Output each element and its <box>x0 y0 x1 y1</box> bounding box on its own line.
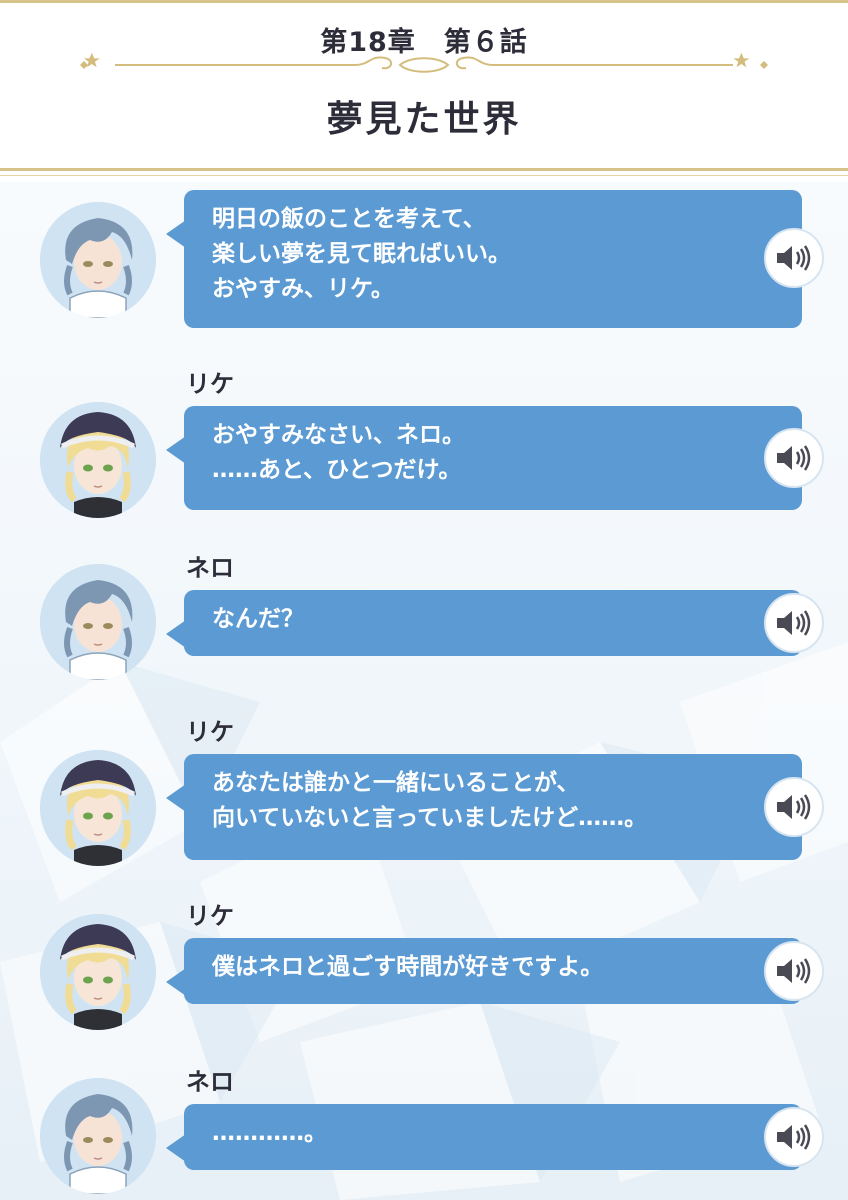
speech-bubble: …………。 <box>166 1104 824 1170</box>
speaker-name: ネロ <box>186 554 234 582</box>
message-text: 楽しい夢を見て眠ればいい。 <box>212 241 511 267</box>
message-text: ……あと、ひとつだけ。 <box>212 457 462 483</box>
message-text: 僕はネロと過ごす時間が好きですよ。 <box>212 954 604 980</box>
header-bottom-border <box>0 168 848 171</box>
avatar-nero <box>40 202 156 318</box>
voice-play-button[interactable] <box>764 228 824 288</box>
speaker-name: リケ <box>186 718 234 746</box>
message-text: 明日の飯のことを考えて、 <box>212 206 486 232</box>
speaker-name: リケ <box>186 370 234 398</box>
message-text: なんだ？ <box>212 606 304 632</box>
speech-bubble: 僕はネロと過ごす時間が好きですよ。 <box>166 938 824 1004</box>
header-bottom-border-thin <box>0 175 848 176</box>
voice-play-button[interactable] <box>764 941 824 1001</box>
message-text: あなたは誰かと一緒にいることが、 <box>212 770 580 796</box>
speaker-name: リケ <box>186 902 234 930</box>
ornament-divider <box>80 52 768 73</box>
message-text: おやすみなさい、ネロ。 <box>212 422 465 448</box>
voice-play-button[interactable] <box>764 777 824 837</box>
voice-play-button[interactable] <box>764 593 824 653</box>
background-pattern <box>0 642 848 1200</box>
avatar-nero <box>40 1078 156 1194</box>
avatar-nero <box>40 564 156 680</box>
avatar-rike <box>40 402 156 518</box>
message-text: おやすみ、リケ。 <box>212 276 394 302</box>
speaker-icon <box>777 1124 811 1150</box>
voice-play-button[interactable] <box>764 428 824 488</box>
chapter-header: 第18章 第６話 夢見た世界 <box>0 0 848 182</box>
avatar-rike <box>40 914 156 1030</box>
speaker-icon <box>777 610 811 636</box>
speech-bubble: あなたは誰かと一緒にいることが、 向いていないと言っていましたけど……。 <box>166 754 824 860</box>
episode-title: 夢見た世界 <box>326 99 522 140</box>
message-text: …………。 <box>212 1120 327 1146</box>
speech-bubble: おやすみなさい、ネロ。 ……あと、ひとつだけ。 <box>166 406 824 510</box>
speaker-icon <box>777 958 811 984</box>
speech-bubble: 明日の飯のことを考えて、 楽しい夢を見て眠ればいい。 おやすみ、リケ。 <box>166 190 824 328</box>
speaker-icon <box>777 794 811 820</box>
speech-bubble: なんだ？ <box>166 590 824 656</box>
speaker-name: ネロ <box>186 1068 234 1096</box>
speaker-icon <box>777 445 811 471</box>
voice-play-button[interactable] <box>764 1107 824 1167</box>
chat-log[interactable]: 明日の飯のことを考えて、 楽しい夢を見て眠ればいい。 おやすみ、リケ。 リケ お… <box>0 182 848 1200</box>
header-top-border <box>0 0 848 3</box>
message-text: 向いていないと言っていましたけど……。 <box>212 805 648 831</box>
avatar-rike <box>40 750 156 866</box>
speaker-icon <box>777 245 811 271</box>
